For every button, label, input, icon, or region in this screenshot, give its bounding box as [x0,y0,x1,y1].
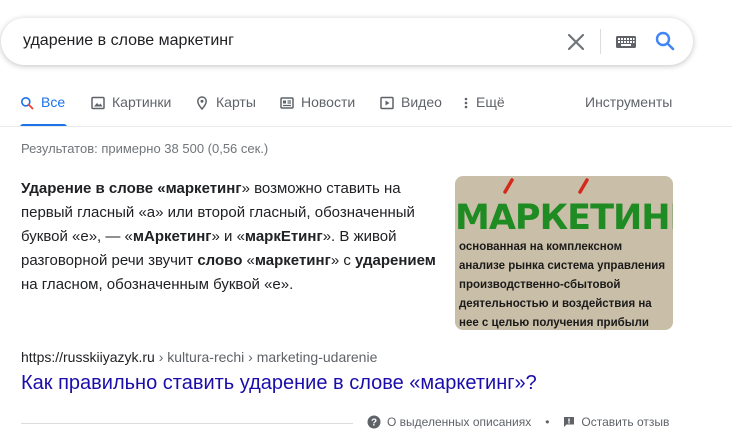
tools-button[interactable]: Инструменты [585,94,672,110]
snippet-bold: слово [197,252,243,269]
tab-videos[interactable]: Видео [380,94,442,127]
tab-label: Ещё [476,94,505,110]
search-box[interactable]: ударение в слове маркетинг [1,18,693,65]
tab-more[interactable]: Ещё [463,94,505,127]
footer-divider [21,423,353,424]
news-icon [280,97,294,109]
keyboard-icon[interactable] [615,33,637,51]
result-domain: https://russkiiyazyk.ru [21,349,155,365]
tab-label: Картинки [112,94,172,110]
footer-separator: • [545,415,550,429]
thumbnail-title: МАРКЕТИНГ [455,198,673,238]
tab-label: Новости [301,94,356,110]
searchbar-divider [600,29,601,54]
result-title-link[interactable]: Как правильно ставить ударение в слове «… [21,372,537,395]
search-input[interactable]: ударение в слове маркетинг [23,32,234,50]
search-icon [21,97,34,110]
result-path: › kultura-rechi › marketing-udarenie [154,349,378,365]
snippet-bold: маркетинг [165,180,242,197]
feedback-link[interactable]: Оставить отзыв [581,415,669,429]
tab-label: Видео [401,94,442,110]
tab-label: Карты [216,94,256,110]
snippet-footer: ? О выделенных описаниях • Оставить отзы… [367,415,669,429]
featured-snippet-text: Ударение в слове «маркетинг» возможно ст… [21,177,446,297]
tab-label: Все [41,94,66,110]
snippet-text: на гласном, обозначенным буквой «е». [21,276,294,293]
snippet-bold: маркЕтинг [244,228,323,245]
tabs-divider [0,126,732,127]
snippet-bold: ударением [355,252,436,269]
more-vert-icon [464,97,468,109]
snippet-thumbnail[interactable]: МАРКЕТИНГ основанная на комплексном анал… [455,176,673,330]
snippet-bold: мАркетинг [132,228,212,245]
tab-maps[interactable]: Карты [195,94,256,127]
snippet-text: » с [330,252,356,269]
snippet-bold: Ударение в слове « [21,180,166,197]
result-stats: Результатов: примерно 38 500 (0,56 сек.) [21,141,269,156]
svg-text:?: ? [371,418,377,429]
result-url[interactable]: https://russkiiyazyk.ru › kultura-rechi … [21,349,377,365]
thumbnail-text: основанная на комплексном анализе рынка … [459,241,666,329]
feedback-icon [564,417,575,427]
map-pin-icon [197,96,207,110]
tab-news[interactable]: Новости [280,94,355,127]
search-submit-icon[interactable] [653,29,677,53]
video-icon [380,96,394,110]
image-icon [91,96,105,110]
tab-all[interactable]: Все [20,94,65,127]
tab-images[interactable]: Картинки [91,94,171,127]
snippet-text: » и « [211,228,245,245]
clear-icon[interactable] [564,30,588,54]
snippet-text: « [242,252,255,269]
help-icon: ? [367,415,381,429]
about-snippets-link[interactable]: О выделенных описаниях [387,415,531,429]
search-tabs: Все Картинки Карты Новости Видео Ещё Инс… [0,84,732,127]
snippet-bold: маркетинг [254,252,331,269]
